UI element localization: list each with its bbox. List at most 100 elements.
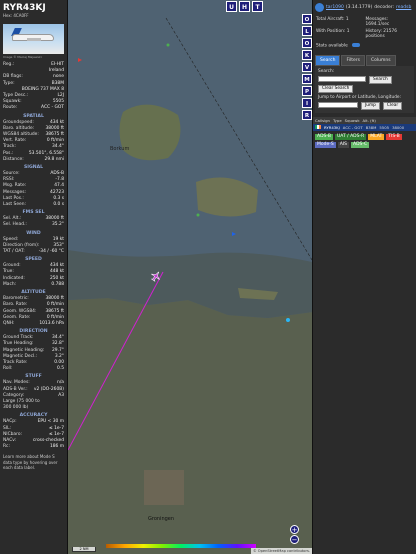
info-row: Sel. Head.: 35.2°	[0, 222, 67, 228]
jump-label: Jump to Airport or Latitude, Longitude:	[318, 95, 402, 100]
stat-item: Messages: 1694.1/sec	[366, 17, 414, 27]
tar1090-link[interactable]: tar1090	[326, 5, 344, 10]
info-value: ACC - GOT	[41, 105, 64, 111]
stats-toggle[interactable]	[352, 43, 361, 47]
aircraft-photo[interactable]	[3, 24, 64, 54]
poi-marker-2[interactable]	[196, 213, 200, 217]
source-legend: ADS-B UAT / ADS-R MLAT TIS-B Mode-S AIS ADS-C	[313, 131, 416, 151]
info-value: 0.0 s	[53, 202, 64, 208]
map-label-groningen: Groningen	[148, 516, 174, 522]
table-header-1[interactable]: Type	[333, 118, 342, 123]
version-text: (3.14.1779)	[345, 5, 373, 10]
tab-filters[interactable]: Filters	[341, 54, 365, 66]
info-label: Type:	[3, 80, 15, 86]
map-button-h[interactable]: H	[239, 1, 250, 12]
search-label: Search:	[318, 68, 335, 74]
row-alt: 38000	[392, 125, 405, 130]
photo-credit: Image © Maciej Majewski	[3, 55, 42, 59]
fms-group: Sel. Alt.: 38000 ft Sel. Head.: 35.2°	[0, 216, 67, 228]
map-button-t[interactable]: T	[252, 1, 263, 12]
map-view[interactable]: Borkum Groningen UHT OLOKVMPIR + − 2 NM …	[68, 0, 312, 554]
stat-value: 1	[345, 17, 349, 22]
info-row: 300 000 lb)	[0, 405, 67, 411]
stuff-group: Nav. Modes: n/a ADS-B Ver.: v2 (DO-260B) Cat…	[0, 380, 67, 411]
info-row: Route: ACC - GOT	[0, 105, 67, 111]
map-side-button-o[interactable]: O	[302, 38, 312, 48]
map-side-button-r[interactable]: R	[302, 110, 312, 120]
info-value: 0.788	[51, 281, 64, 287]
info-row: Roll: 0.5	[0, 366, 67, 372]
clear-jump-button[interactable]: Clear	[382, 102, 403, 110]
direction-group: Ground Track: 34.4° True Heading: 32.8° Magn…	[0, 335, 67, 372]
source-badge: AIS	[337, 142, 350, 148]
info-label: Reg.:	[3, 62, 15, 67]
wind-group: Speed: 19 kt Direction (from): 353° TAT / OA…	[0, 237, 67, 256]
tab-search[interactable]: Search	[315, 54, 341, 66]
map-side-button-o[interactable]: O	[302, 14, 312, 24]
map-label-borkum: Borkum	[110, 146, 129, 152]
info-value: 35.2°	[52, 222, 64, 228]
aircraft-photo-wing	[27, 38, 41, 41]
stat-value: 1	[346, 29, 350, 34]
decoder-label: decoder:	[374, 5, 395, 10]
source-badge: ADS-B	[315, 134, 333, 140]
info-value: 0.5	[57, 366, 64, 372]
poi-marker-1[interactable]	[166, 43, 170, 47]
altitude-color-legend	[106, 544, 256, 548]
stats-available-label: Stats available	[316, 43, 348, 49]
info-row: QNH: 1013.6 hPa	[0, 321, 67, 327]
zoom-in-button[interactable]: +	[290, 525, 299, 534]
decoder-link[interactable]: readsb	[396, 5, 411, 10]
info-value: A3	[58, 392, 64, 398]
accuracy-group: NACp: EPU < 30 m SIL: ≤ 1e-7 NICbaro: ≤ 1e-7 N…	[0, 419, 67, 450]
map-button-u[interactable]: U	[226, 1, 237, 12]
map-attribution[interactable]: © OpenStreetMap contributors.	[251, 548, 312, 554]
info-value: -34 / -60 °C	[38, 249, 64, 255]
poi-marker-3[interactable]	[286, 318, 290, 322]
aircraft-list-panel: tar1090 (3.14.1779) decoder: readsb Tota…	[312, 0, 416, 554]
zoom-out-button[interactable]: −	[290, 535, 299, 544]
row-squawk: 5505	[379, 125, 390, 130]
clear-search-button[interactable]: Clear Search	[318, 84, 354, 93]
search-input[interactable]	[318, 75, 366, 82]
groningen-city	[144, 470, 184, 505]
map-side-button-v[interactable]: V	[302, 62, 312, 72]
stats-available-row: Stats available	[313, 41, 416, 51]
map-side-buttons: OLOKVMPIR	[302, 14, 312, 120]
speed-group: Ground: 434 kt True: 448 kt Indicated: 250 kt…	[0, 263, 67, 288]
stat-item: Total Aircraft: 1	[316, 17, 364, 27]
jump-input[interactable]	[318, 102, 358, 108]
stat-label: Total Aircraft:	[316, 17, 345, 22]
search-button[interactable]: Search	[369, 75, 392, 84]
table-row[interactable]: RYR43KJ ACC - GOT B38M 5505 38000	[313, 124, 416, 131]
stat-item: With Position: 1	[316, 29, 364, 39]
search-panel: Search: Search Clear Search Jump to Airp…	[315, 65, 414, 113]
stat-value: 1694.1/sec	[365, 22, 390, 27]
basic-info-group: Reg.: EI-HIT Ireland DB flags: none Type: B38M…	[0, 62, 67, 112]
tab-columns[interactable]: Columns	[365, 54, 396, 66]
info-value: 186 m	[49, 444, 64, 450]
map-side-button-i[interactable]: I	[302, 98, 312, 108]
table-header-0[interactable]: Callsign	[315, 118, 330, 123]
table-header-3[interactable]: Alt. (ft)	[363, 118, 376, 123]
spatial-group: Groundspeed: 434 kt Baro. altitude: 38000 f…	[0, 120, 67, 163]
info-row: Distance: 29.8 nmi	[0, 157, 67, 163]
info-label: TAT / OAT:	[3, 249, 25, 255]
map-side-button-m[interactable]: M	[302, 74, 312, 84]
map-canvas[interactable]: Borkum Groningen	[68, 0, 312, 554]
aircraft-table-header: Callsign Type Squawk Alt. (ft)	[313, 117, 416, 124]
map-side-button-p[interactable]: P	[302, 86, 312, 96]
info-label: Route:	[3, 105, 18, 111]
info-label: Distance:	[3, 156, 24, 162]
info-row: Last Seen: 0.0 s	[0, 202, 67, 208]
map-side-button-l[interactable]: L	[302, 26, 312, 36]
stat-label: With Position:	[316, 29, 346, 34]
signal-group: Source: ADS-B RSSI: -7.8 Msg. Rate: 47.4 Messa…	[0, 171, 67, 208]
table-header-2[interactable]: Squawk	[345, 118, 360, 123]
aircraft-callsign: RYR43KJ	[3, 3, 46, 13]
zoom-controls: + −	[290, 525, 299, 544]
jump-button[interactable]: Jump	[361, 102, 380, 110]
map-side-button-k[interactable]: K	[302, 50, 312, 60]
source-badge: MLAT	[368, 134, 385, 140]
info-row: Mach: 0.788	[0, 282, 67, 288]
